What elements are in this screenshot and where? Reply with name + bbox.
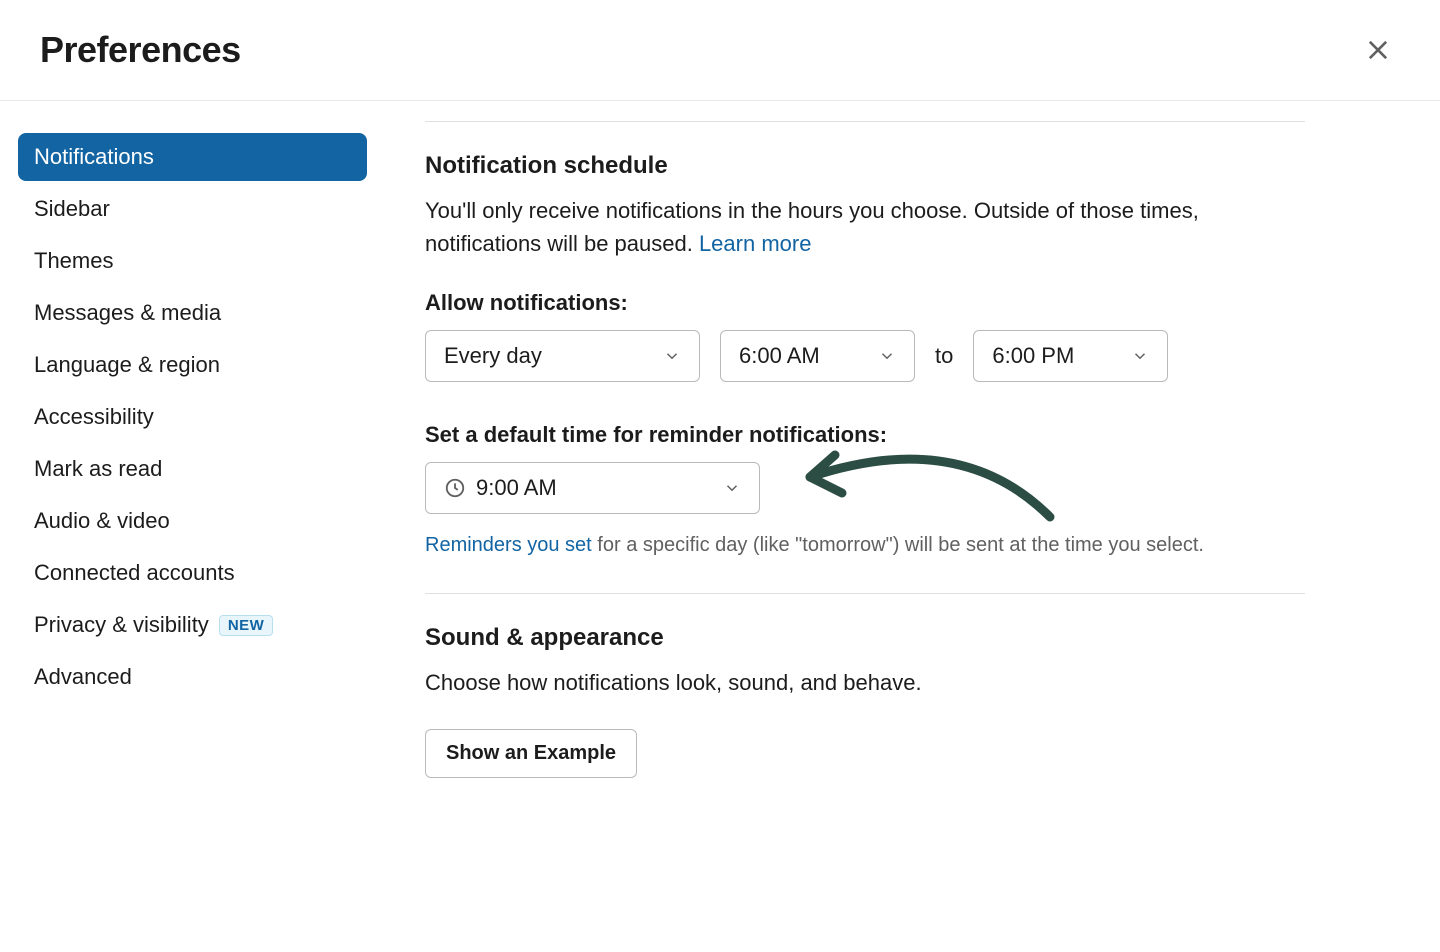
close-icon — [1364, 36, 1392, 64]
to-label: to — [935, 343, 953, 369]
reminder-default-label: Set a default time for reminder notifica… — [425, 422, 1305, 448]
reminder-time-value: 9:00 AM — [476, 475, 557, 501]
sidebar-item-accessibility[interactable]: Accessibility — [18, 393, 367, 441]
annotation-arrow-icon — [780, 437, 1060, 537]
learn-more-link[interactable]: Learn more — [699, 231, 812, 256]
section-divider — [425, 593, 1305, 594]
sidebar-item-label: Audio & video — [34, 508, 170, 534]
notification-schedule-desc: You'll only receive notifications in the… — [425, 194, 1305, 260]
sidebar-item-mark-as-read[interactable]: Mark as read — [18, 445, 367, 493]
section-divider — [425, 121, 1305, 122]
sidebar-item-label: Sidebar — [34, 196, 110, 222]
sound-appearance-desc: Choose how notifications look, sound, an… — [425, 666, 1305, 699]
page-title: Preferences — [40, 29, 241, 71]
sidebar-item-sidebar[interactable]: Sidebar — [18, 185, 367, 233]
reminder-helper-text: Reminders you set for a specific day (li… — [425, 534, 1305, 557]
sidebar-item-label: Privacy & visibility — [34, 612, 209, 638]
sidebar-item-privacy-visibility[interactable]: Privacy & visibility NEW — [18, 601, 367, 649]
sidebar-item-label: Language & region — [34, 352, 220, 378]
sidebar-item-advanced[interactable]: Advanced — [18, 653, 367, 701]
clock-icon — [444, 477, 466, 499]
start-time-select[interactable]: 6:00 AM — [720, 330, 915, 382]
preferences-sidebar: Notifications Sidebar Themes Messages & … — [0, 101, 385, 818]
sidebar-item-label: Mark as read — [34, 456, 162, 482]
sidebar-item-language-region[interactable]: Language & region — [18, 341, 367, 389]
sound-appearance-title: Sound & appearance — [425, 624, 1305, 652]
chevron-down-icon — [663, 347, 681, 365]
notification-schedule-title: Notification schedule — [425, 152, 1305, 180]
frequency-value: Every day — [444, 343, 542, 369]
end-time-select[interactable]: 6:00 PM — [973, 330, 1168, 382]
sidebar-item-label: Messages & media — [34, 300, 221, 326]
preferences-content: Notification schedule You'll only receiv… — [385, 101, 1345, 818]
close-button[interactable] — [1356, 28, 1400, 72]
frequency-select[interactable]: Every day — [425, 330, 700, 382]
sidebar-item-label: Connected accounts — [34, 560, 235, 586]
chevron-down-icon — [1131, 347, 1149, 365]
new-badge: NEW — [219, 615, 274, 636]
sidebar-item-audio-video[interactable]: Audio & video — [18, 497, 367, 545]
allow-notifications-row: Every day 6:00 AM to 6:00 PM — [425, 330, 1305, 382]
sidebar-item-notifications[interactable]: Notifications — [18, 133, 367, 181]
allow-notifications-label: Allow notifications: — [425, 290, 1305, 316]
reminders-you-set-link[interactable]: Reminders you set — [425, 534, 592, 556]
sidebar-item-label: Accessibility — [34, 404, 154, 430]
start-time-value: 6:00 AM — [739, 343, 820, 369]
sidebar-item-label: Notifications — [34, 144, 154, 170]
sidebar-item-label: Advanced — [34, 664, 132, 690]
sidebar-item-themes[interactable]: Themes — [18, 237, 367, 285]
preferences-header: Preferences — [0, 0, 1440, 101]
sidebar-item-label: Themes — [34, 248, 113, 274]
reminder-time-select[interactable]: 9:00 AM — [425, 462, 760, 514]
end-time-value: 6:00 PM — [992, 343, 1074, 369]
show-example-button[interactable]: Show an Example — [425, 729, 637, 778]
chevron-down-icon — [723, 479, 741, 497]
chevron-down-icon — [878, 347, 896, 365]
sidebar-item-messages-media[interactable]: Messages & media — [18, 289, 367, 337]
sidebar-item-connected-accounts[interactable]: Connected accounts — [18, 549, 367, 597]
